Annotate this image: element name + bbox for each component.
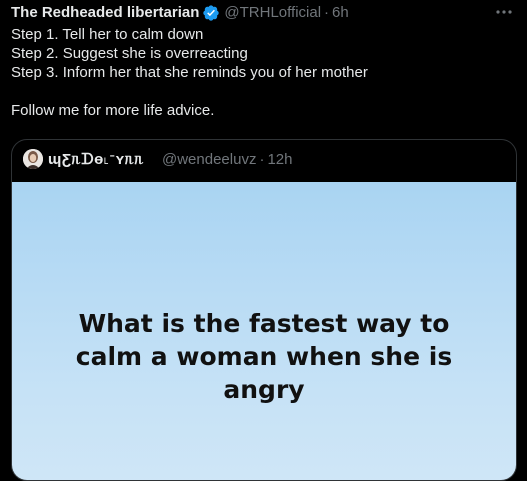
tweet: The Redheaded libertarian @TRHLofficial … [0, 0, 527, 481]
more-horizontal-icon[interactable] [493, 4, 515, 20]
image-caption: What is the fastest way to calm a woman … [12, 307, 516, 406]
quoted-author-display-name[interactable]: ɰƸᥰᗪɵ˪ᐨʏᥰᥰ [48, 150, 144, 168]
tweet-header: The Redheaded libertarian @TRHLofficial … [11, 3, 349, 23]
quoted-author-handle[interactable]: @wendeeluvz [162, 151, 256, 168]
header-separator: · [324, 4, 330, 21]
image-caption-line: calm a woman when she is [75, 342, 453, 371]
verified-badge-icon[interactable] [202, 4, 220, 22]
author-display-name[interactable]: The Redheaded libertarian [11, 3, 199, 23]
tweet-text-line: Step 1. Tell her to calm down [11, 26, 204, 43]
quoted-header-separator: · [259, 150, 265, 168]
quoted-tweet-image[interactable]: What is the fastest way to calm a woman … [12, 182, 516, 480]
tweet-text-line: Step 2. Suggest she is overreacting [11, 45, 248, 62]
quoted-tweet-timestamp[interactable]: 12h [267, 151, 292, 168]
tweet-text-line: Step 3. Inform her that she reminds you … [11, 64, 368, 81]
image-caption-line: angry [223, 375, 305, 404]
avatar-icon[interactable] [23, 149, 43, 169]
tweet-text-line: Follow me for more life advice. [11, 102, 215, 119]
quoted-tweet-header: ɰƸᥰᗪɵ˪ᐨʏᥰᥰ @wendeeluvz · 12h [23, 149, 292, 169]
image-caption-line: What is the fastest way to [78, 309, 450, 338]
tweet-text: Step 1. Tell her to calm down Step 2. Su… [11, 25, 511, 120]
tweet-timestamp[interactable]: 6h [332, 3, 349, 23]
author-handle[interactable]: @TRHLofficial [224, 3, 321, 23]
tweet-text-blank-line [11, 82, 511, 101]
quoted-tweet-card[interactable]: ɰƸᥰᗪɵ˪ᐨʏᥰᥰ @wendeeluvz · 12h What is the… [11, 139, 517, 481]
